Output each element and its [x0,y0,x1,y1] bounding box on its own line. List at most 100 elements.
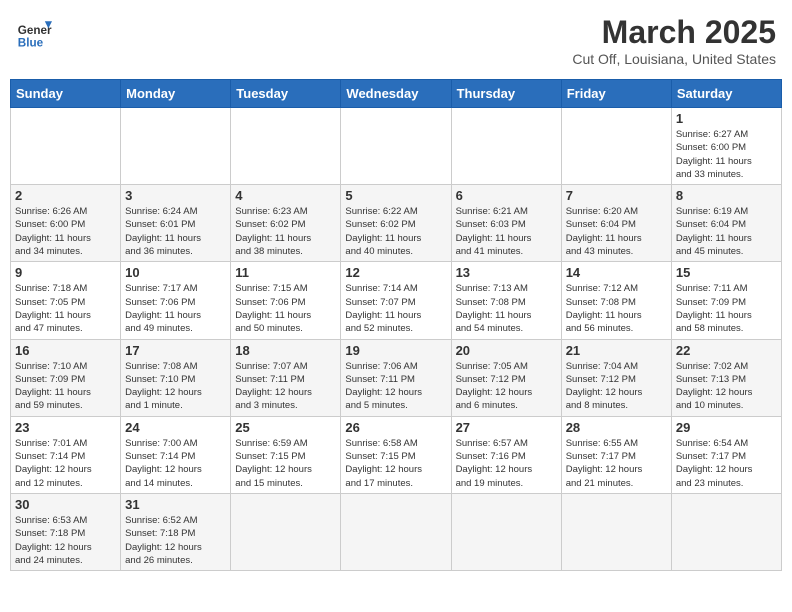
calendar-cell [561,108,671,185]
day-info: Sunrise: 7:00 AM Sunset: 7:14 PM Dayligh… [125,437,226,490]
month-title: March 2025 [572,14,776,51]
calendar-cell: 9 Sunrise: 7:18 AM Sunset: 7:05 PM Daylig… [11,262,121,339]
title-area: March 2025 Cut Off, Louisiana, United St… [572,14,776,67]
day-number: 1 [676,111,777,126]
day-info: Sunrise: 6:57 AM Sunset: 7:16 PM Dayligh… [456,437,557,490]
day-info: Sunrise: 6:53 AM Sunset: 7:18 PM Dayligh… [15,514,116,567]
calendar-cell: 19Sunrise: 7:06 AM Sunset: 7:11 PM Dayli… [341,339,451,416]
svg-text:Blue: Blue [18,36,44,49]
calendar-week-row: 2 Sunrise: 6:26 AM Sunset: 6:00 PM Daylig… [11,185,782,262]
day-info: Sunrise: 7:11 AM Sunset: 7:09 PM Dayligh… [676,282,777,335]
day-number: 23 [15,420,116,435]
calendar-week-row: 1Sunrise: 6:27 AM Sunset: 6:00 PM Daylig… [11,108,782,185]
day-number: 29 [676,420,777,435]
day-number: 20 [456,343,557,358]
day-number: 6 [456,188,557,203]
day-number: 24 [125,420,226,435]
day-number: 16 [15,343,116,358]
day-info: Sunrise: 7:05 AM Sunset: 7:12 PM Dayligh… [456,360,557,413]
calendar-cell [671,493,781,570]
day-info: Sunrise: 7:15 AM Sunset: 7:06 PM Dayligh… [235,282,336,335]
day-info: Sunrise: 6:59 AM Sunset: 7:15 PM Dayligh… [235,437,336,490]
calendar-cell [561,493,671,570]
day-info: Sunrise: 6:58 AM Sunset: 7:15 PM Dayligh… [345,437,446,490]
calendar-table: SundayMondayTuesdayWednesdayThursdayFrid… [10,79,782,571]
calendar-cell: 14 Sunrise: 7:12 AM Sunset: 7:08 PM Dayli… [561,262,671,339]
day-number: 5 [345,188,446,203]
day-info: Sunrise: 6:26 AM Sunset: 6:00 PM Dayligh… [15,205,116,258]
calendar-cell: 24 Sunrise: 7:00 AM Sunset: 7:14 PM Dayli… [121,416,231,493]
calendar-cell: 27 Sunrise: 6:57 AM Sunset: 7:16 PM Dayli… [451,416,561,493]
day-number: 18 [235,343,336,358]
calendar-cell: 25 Sunrise: 6:59 AM Sunset: 7:15 PM Dayli… [231,416,341,493]
day-info: Sunrise: 7:02 AM Sunset: 7:13 PM Dayligh… [676,360,777,413]
weekday-header-monday: Monday [121,80,231,108]
weekday-header-wednesday: Wednesday [341,80,451,108]
weekday-header-tuesday: Tuesday [231,80,341,108]
calendar-cell: 8 Sunrise: 6:19 AM Sunset: 6:04 PM Daylig… [671,185,781,262]
calendar-cell: 18 Sunrise: 7:07 AM Sunset: 7:11 PM Dayli… [231,339,341,416]
day-info: Sunrise: 6:24 AM Sunset: 6:01 PM Dayligh… [125,205,226,258]
page-header: General Blue March 2025 Cut Off, Louisia… [10,10,782,71]
calendar-cell: 5 Sunrise: 6:22 AM Sunset: 6:02 PM Daylig… [341,185,451,262]
day-info: Sunrise: 7:18 AM Sunset: 7:05 PM Dayligh… [15,282,116,335]
day-info: Sunrise: 6:52 AM Sunset: 7:18 PM Dayligh… [125,514,226,567]
calendar-cell: 29Sunrise: 6:54 AM Sunset: 7:17 PM Dayli… [671,416,781,493]
calendar-cell: 28Sunrise: 6:55 AM Sunset: 7:17 PM Dayli… [561,416,671,493]
calendar-cell: 30 Sunrise: 6:53 AM Sunset: 7:18 PM Dayli… [11,493,121,570]
day-number: 14 [566,265,667,280]
day-number: 25 [235,420,336,435]
day-number: 4 [235,188,336,203]
day-number: 2 [15,188,116,203]
day-number: 17 [125,343,226,358]
svg-text:General: General [18,24,52,37]
day-info: Sunrise: 7:10 AM Sunset: 7:09 PM Dayligh… [15,360,116,413]
day-number: 21 [566,343,667,358]
calendar-cell: 3Sunrise: 6:24 AM Sunset: 6:01 PM Daylig… [121,185,231,262]
calendar-cell: 1Sunrise: 6:27 AM Sunset: 6:00 PM Daylig… [671,108,781,185]
calendar-cell [231,108,341,185]
day-number: 19 [345,343,446,358]
calendar-week-row: 23 Sunrise: 7:01 AM Sunset: 7:14 PM Dayli… [11,416,782,493]
day-number: 9 [15,265,116,280]
day-number: 28 [566,420,667,435]
day-number: 10 [125,265,226,280]
day-number: 12 [345,265,446,280]
day-info: Sunrise: 7:07 AM Sunset: 7:11 PM Dayligh… [235,360,336,413]
day-number: 30 [15,497,116,512]
calendar-cell: 26Sunrise: 6:58 AM Sunset: 7:15 PM Dayli… [341,416,451,493]
logo-icon: General Blue [16,14,52,50]
calendar-cell: 15Sunrise: 7:11 AM Sunset: 7:09 PM Dayli… [671,262,781,339]
calendar-cell [11,108,121,185]
day-number: 13 [456,265,557,280]
day-info: Sunrise: 6:21 AM Sunset: 6:03 PM Dayligh… [456,205,557,258]
calendar-cell: 2 Sunrise: 6:26 AM Sunset: 6:00 PM Daylig… [11,185,121,262]
day-info: Sunrise: 7:17 AM Sunset: 7:06 PM Dayligh… [125,282,226,335]
calendar-cell [451,493,561,570]
day-info: Sunrise: 6:23 AM Sunset: 6:02 PM Dayligh… [235,205,336,258]
calendar-cell [121,108,231,185]
weekday-header-thursday: Thursday [451,80,561,108]
day-number: 27 [456,420,557,435]
weekday-header-sunday: Sunday [11,80,121,108]
day-info: Sunrise: 6:19 AM Sunset: 6:04 PM Dayligh… [676,205,777,258]
weekday-header-saturday: Saturday [671,80,781,108]
logo: General Blue [16,14,52,50]
calendar-cell [341,493,451,570]
calendar-cell: 11Sunrise: 7:15 AM Sunset: 7:06 PM Dayli… [231,262,341,339]
calendar-header-row: SundayMondayTuesdayWednesdayThursdayFrid… [11,80,782,108]
day-info: Sunrise: 7:04 AM Sunset: 7:12 PM Dayligh… [566,360,667,413]
calendar-cell: 10 Sunrise: 7:17 AM Sunset: 7:06 PM Dayli… [121,262,231,339]
weekday-header-friday: Friday [561,80,671,108]
day-number: 8 [676,188,777,203]
calendar-cell: 31 Sunrise: 6:52 AM Sunset: 7:18 PM Dayli… [121,493,231,570]
day-number: 31 [125,497,226,512]
day-number: 7 [566,188,667,203]
calendar-cell: 7Sunrise: 6:20 AM Sunset: 6:04 PM Daylig… [561,185,671,262]
day-info: Sunrise: 6:22 AM Sunset: 6:02 PM Dayligh… [345,205,446,258]
day-info: Sunrise: 7:12 AM Sunset: 7:08 PM Dayligh… [566,282,667,335]
day-info: Sunrise: 7:01 AM Sunset: 7:14 PM Dayligh… [15,437,116,490]
calendar-cell: 17Sunrise: 7:08 AM Sunset: 7:10 PM Dayli… [121,339,231,416]
calendar-cell: 22Sunrise: 7:02 AM Sunset: 7:13 PM Dayli… [671,339,781,416]
calendar-cell: 12Sunrise: 7:14 AM Sunset: 7:07 PM Dayli… [341,262,451,339]
